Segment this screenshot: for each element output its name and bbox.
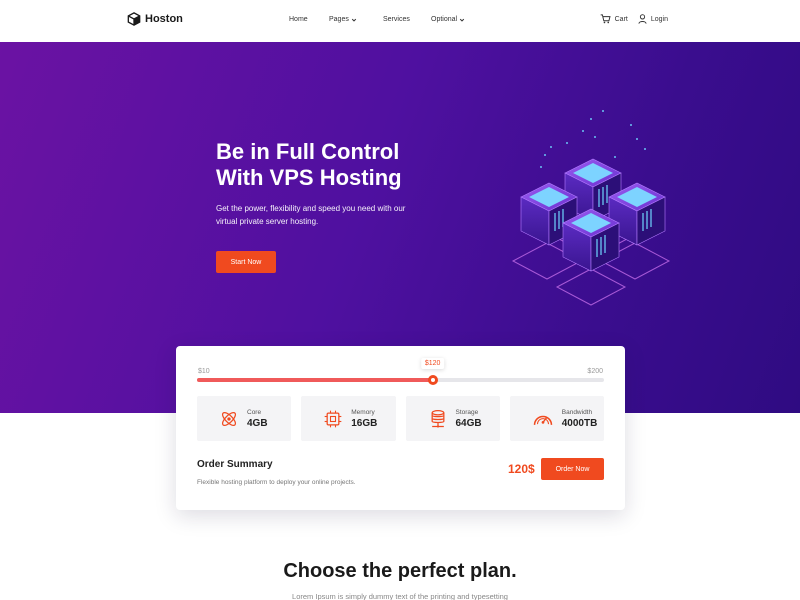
server-illustration	[511, 110, 671, 306]
spec-label: Core	[247, 408, 262, 416]
nav-label: Home	[289, 16, 308, 23]
spec-list: Core 4GB Memory 16GB Storage 64GB Bandwi…	[197, 396, 604, 441]
atom-icon	[221, 411, 237, 426]
cart-link[interactable]: Cart	[600, 14, 628, 24]
cart-icon	[600, 14, 611, 24]
database-icon	[431, 409, 444, 428]
cart-label: Cart	[614, 15, 628, 23]
nav-item-home[interactable]: Home	[289, 16, 308, 23]
spec-storage: Storage 64GB	[405, 396, 500, 441]
order-summary-title: Order Summary	[197, 459, 273, 470]
spec-memory: Memory 16GB	[301, 396, 396, 441]
chevron-down-icon	[351, 18, 356, 22]
section-subtitle: Lorem Ipsum is simply dummy text of the …	[292, 592, 508, 600]
hero-title-line: With VPS Hosting	[216, 165, 402, 190]
slider-handle[interactable]	[427, 375, 438, 385]
spec-value: 64GB	[455, 417, 482, 429]
user-icon	[638, 14, 647, 24]
slider-min-label: $10	[198, 368, 210, 375]
hero-title-line: Be in Full Control	[216, 139, 400, 164]
nav-item-services[interactable]: Services	[383, 16, 410, 23]
spec-value: 4000TB	[561, 417, 598, 429]
spec-value: 16GB	[351, 417, 378, 429]
order-summary-description: Flexible hosting platform to deploy your…	[197, 479, 356, 486]
spec-core: Core 4GB	[197, 396, 292, 441]
hero-subtitle: Get the power, flexibility and speed you…	[216, 204, 406, 226]
start-now-button[interactable]: Start Now	[216, 251, 276, 273]
login-label: Login	[650, 15, 668, 23]
chevron-down-icon	[459, 18, 465, 22]
nav-item-optional[interactable]: Optional	[431, 16, 465, 23]
nav-label: Services	[383, 16, 410, 23]
spec-label: Storage	[455, 408, 479, 416]
chip-icon	[324, 410, 342, 427]
pricing-card: $10 $200 $120 Core 4GB Memory 16GB Stora…	[176, 346, 625, 510]
hero-title: Be in Full Control With VPS Hosting	[216, 139, 476, 191]
top-navbar: Hoston Home Pages Services Optional Cart	[0, 0, 800, 42]
slider-fill	[197, 378, 433, 382]
spec-label: Bandwidth	[561, 408, 593, 416]
slider-max-label: $200	[587, 368, 603, 375]
nav-actions: Cart Login	[600, 14, 668, 24]
speedometer-icon	[533, 415, 552, 425]
section-title: Choose the perfect plan.	[283, 560, 517, 582]
spec-value: 4GB	[247, 417, 268, 429]
login-link[interactable]: Login	[638, 14, 668, 24]
order-now-button[interactable]: Order Now	[541, 458, 604, 480]
spec-label: Memory	[351, 408, 375, 416]
nav-menu: Home Pages Services Optional	[0, 16, 800, 28]
nav-label: Optional	[431, 16, 458, 23]
spec-bandwidth: Bandwidth 4000TB	[509, 396, 604, 441]
nav-label: Pages	[329, 16, 349, 23]
nav-item-pages[interactable]: Pages	[329, 16, 357, 23]
price-slider[interactable]: $120	[197, 358, 604, 385]
slider-value-tooltip: $120	[420, 358, 445, 369]
order-price: 120$	[508, 462, 535, 476]
